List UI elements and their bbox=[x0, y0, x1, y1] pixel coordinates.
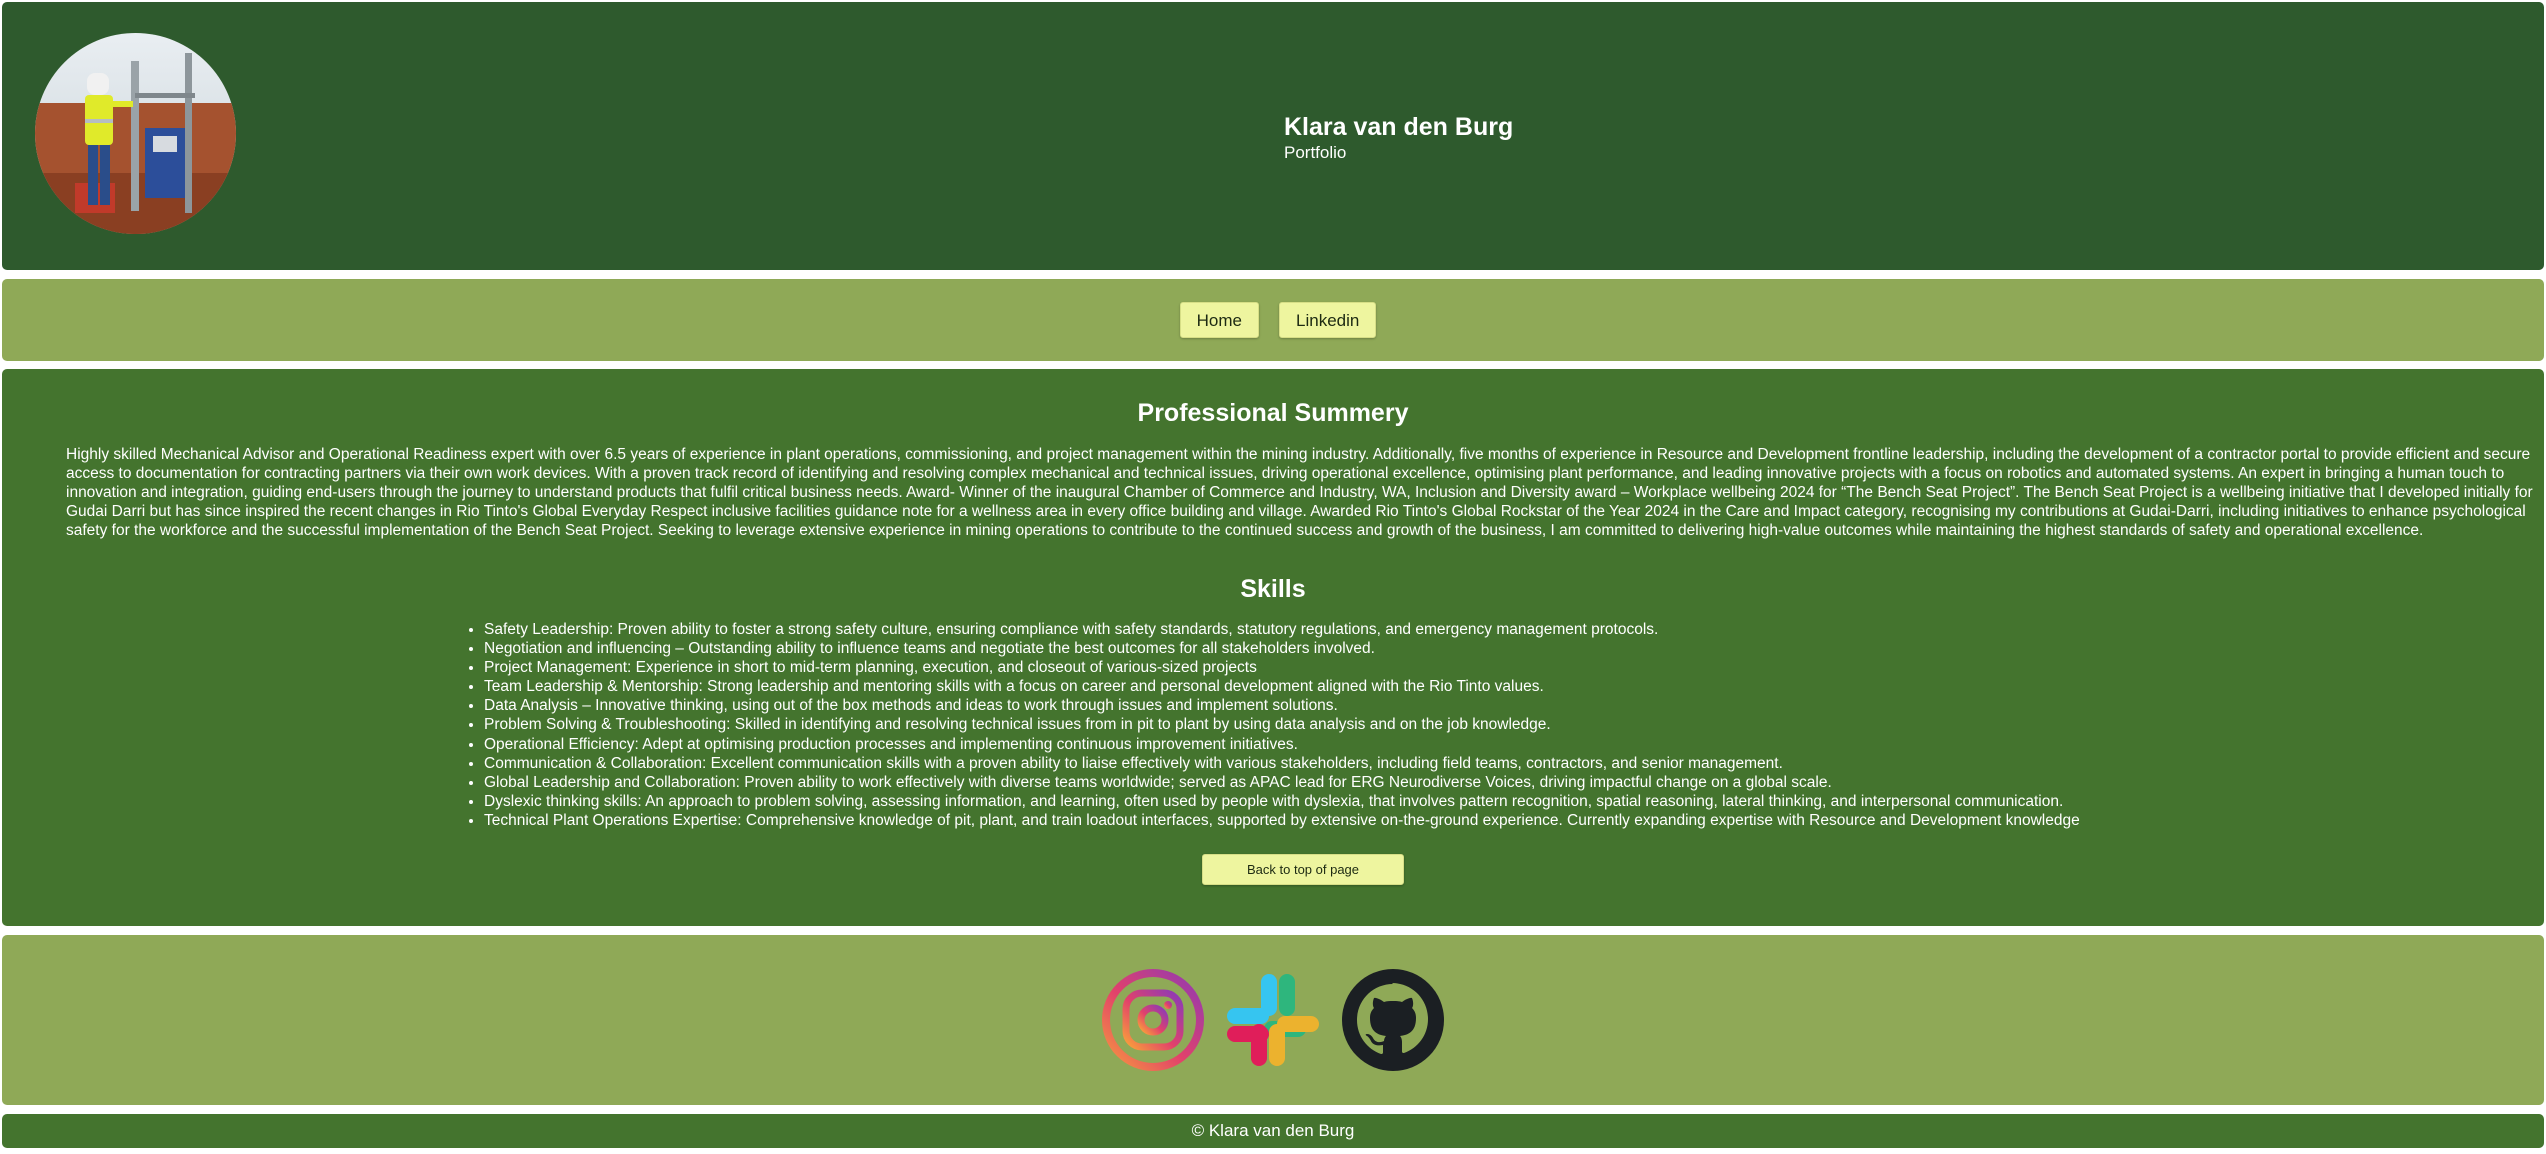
slack-icon bbox=[1227, 974, 1319, 1066]
skill-item: Team Leadership & Mentorship: Strong lea… bbox=[484, 677, 2544, 696]
skill-item: Problem Solving & Troubleshooting: Skill… bbox=[484, 715, 2544, 734]
nav-linkedin-button[interactable]: Linkedin bbox=[1279, 302, 1377, 338]
skill-item: Safety Leadership: Proven ability to fos… bbox=[484, 620, 2544, 639]
site-footer: © Klara van den Burg bbox=[2, 1114, 2544, 1148]
skills-list: Safety Leadership: Proven ability to fos… bbox=[466, 620, 2544, 830]
nav-home-button[interactable]: Home bbox=[1179, 302, 1260, 338]
skill-item: Operational Efficiency: Adept at optimis… bbox=[484, 735, 2544, 754]
main-content: Professional Summery Highly skilled Mech… bbox=[2, 369, 2544, 926]
copyright-text: © Klara van den Burg bbox=[1191, 1121, 1355, 1140]
brand-block: Klara van den Burg Portfolio bbox=[1284, 112, 1513, 164]
summary-paragraph: Highly skilled Mechanical Advisor and Op… bbox=[66, 446, 2533, 539]
skill-item: Technical Plant Operations Expertise: Co… bbox=[484, 811, 2544, 830]
main-nav: Home Linkedin bbox=[2, 279, 2544, 361]
site-owner-name: Klara van den Burg bbox=[1284, 113, 1514, 141]
github-icon bbox=[1342, 969, 1444, 1071]
github-link[interactable] bbox=[1341, 968, 1445, 1072]
social-links bbox=[2, 935, 2544, 1105]
site-header: Klara van den Burg Portfolio bbox=[2, 2, 2544, 270]
back-to-top-button[interactable]: Back to top of page bbox=[1202, 854, 1404, 885]
site-subtitle: Portfolio bbox=[1284, 143, 1347, 162]
skill-item: Dyslexic thinking skills: An approach to… bbox=[484, 792, 2544, 811]
profile-photo bbox=[35, 33, 236, 234]
skill-item: Project Management: Experience in short … bbox=[484, 658, 2544, 677]
instagram-icon bbox=[1102, 969, 1204, 1071]
skill-item: Communication & Collaboration: Excellent… bbox=[484, 754, 2544, 773]
slack-link[interactable] bbox=[1221, 968, 1325, 1072]
skills-heading: Skills bbox=[1240, 575, 1306, 603]
instagram-link[interactable] bbox=[1101, 968, 1205, 1072]
skill-item: Negotiation and influencing – Outstandin… bbox=[484, 639, 2544, 658]
summary-heading: Professional Summery bbox=[1137, 399, 1409, 427]
skill-item: Data Analysis – Innovative thinking, usi… bbox=[484, 696, 2544, 715]
skill-item: Global Leadership and Collaboration: Pro… bbox=[484, 773, 2544, 792]
